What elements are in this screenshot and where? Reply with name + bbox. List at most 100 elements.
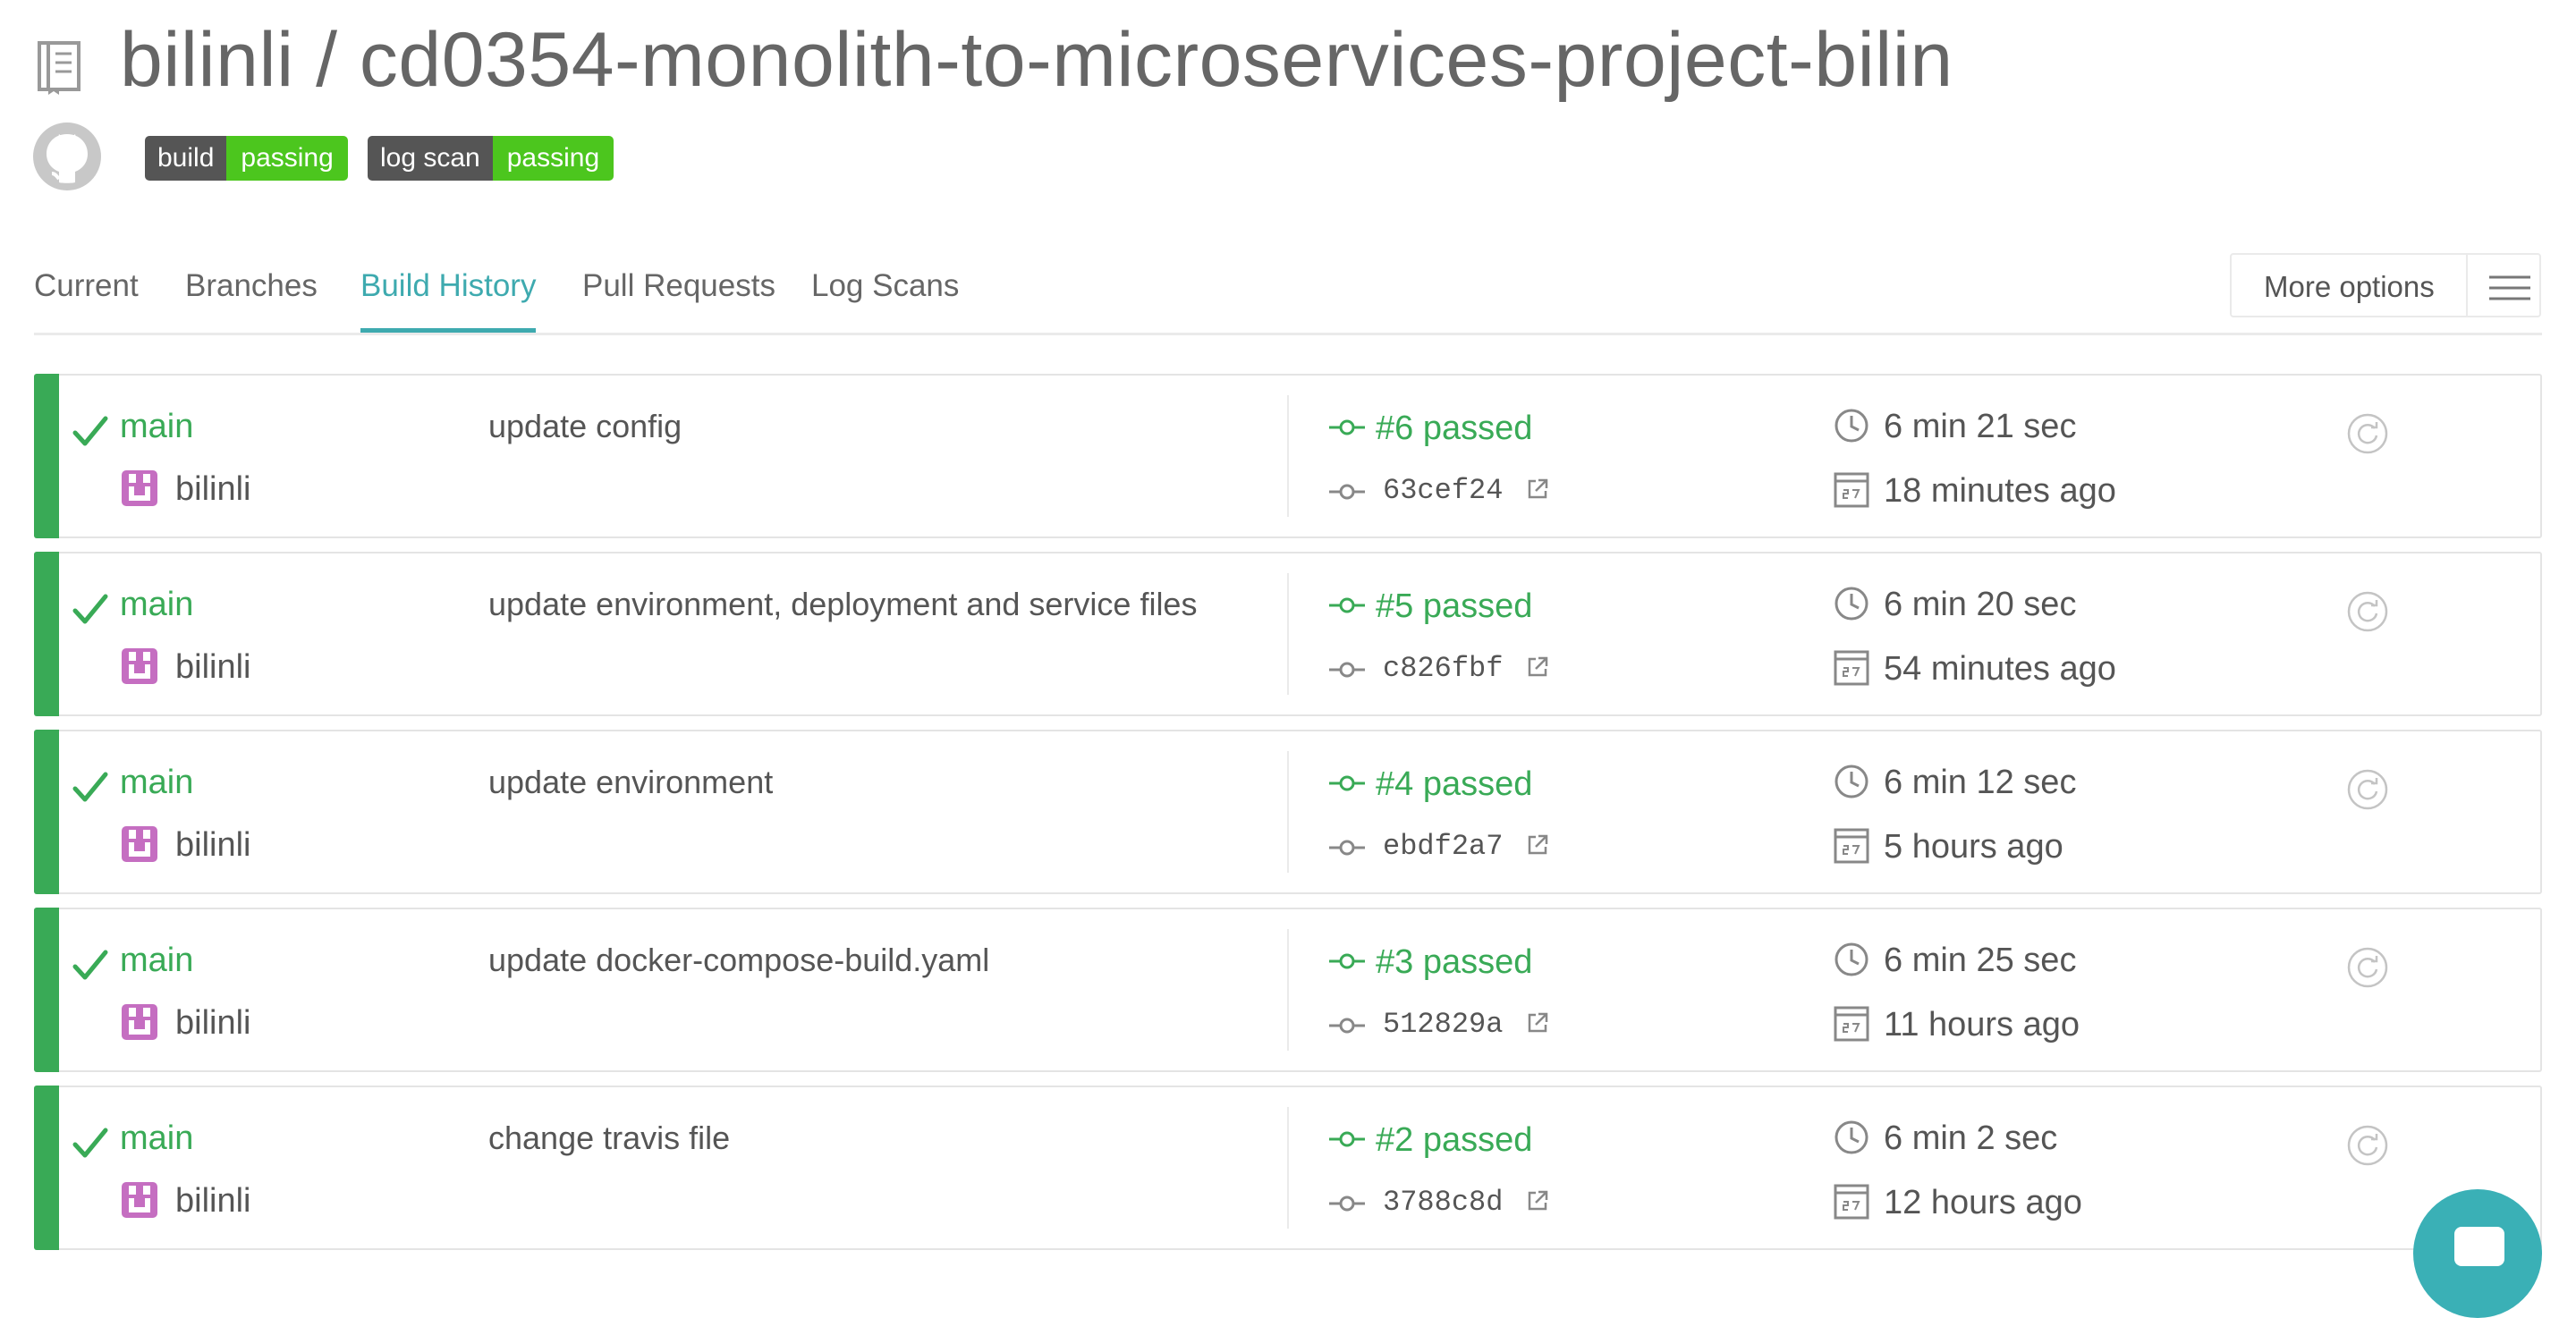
clock-icon [1835,587,1868,621]
commit-icon [1329,419,1365,435]
build-number-link[interactable]: #5 passed [1376,587,1532,626]
status-bar [34,730,59,894]
badge-status: passing [226,136,348,181]
commit-message[interactable]: update environment [488,764,773,801]
check-icon [72,950,108,980]
branch-link[interactable]: main [120,942,193,980]
commit-icon [1329,484,1365,500]
status-bar [34,374,59,538]
finished-time: 18 minutes ago [1884,472,2116,510]
commit-sha-link[interactable]: 512829a [1383,1008,1503,1041]
build-duration: 6 min 12 sec [1884,764,2077,801]
external-link-icon[interactable] [1526,1189,1549,1212]
build-duration: 6 min 2 sec [1884,1119,2058,1157]
calendar-icon [1834,828,1869,864]
restart-build-icon[interactable] [2347,769,2388,810]
hamburger-menu-icon [2489,275,2530,300]
build-number-link[interactable]: #2 passed [1376,1121,1532,1160]
calendar-icon [1834,1184,1869,1220]
status-bar [34,552,59,716]
branch-link[interactable]: main [120,408,193,446]
clock-icon [1835,1120,1868,1154]
chat-support-button[interactable] [2413,1189,2542,1318]
branch-link[interactable]: main [120,1119,193,1158]
finished-time: 54 minutes ago [1884,650,2116,688]
commit-message[interactable]: update environment, deployment and servi… [488,586,1197,623]
avatar [122,1182,157,1218]
commit-sha-link[interactable]: 3788c8d [1383,1186,1503,1219]
build-number-link[interactable]: #6 passed [1376,410,1532,448]
external-link-icon[interactable] [1526,1011,1549,1035]
restart-build-icon[interactable] [2347,413,2388,454]
check-icon [72,416,108,446]
commit-icon [1329,840,1365,856]
build-number-link[interactable]: #3 passed [1376,943,1532,982]
external-link-icon[interactable] [1526,655,1549,679]
tab-build-history[interactable]: Build History [360,268,537,333]
tab-log-scans[interactable]: Log Scans [811,268,959,304]
build-row[interactable]: main bilinli update environment, deploym… [34,552,2542,716]
calendar-icon [1834,472,1869,508]
build-row[interactable]: main bilinli update config #6 passed 63c… [34,374,2542,538]
author-name: bilinli [175,1182,251,1220]
avatar [122,470,157,506]
commit-sha-link[interactable]: 63cef24 [1383,474,1503,507]
commit-message[interactable]: update config [488,408,682,445]
commit-icon [1329,1131,1365,1147]
tab-current[interactable]: Current [34,268,139,304]
author-name: bilinli [175,470,251,508]
commit-icon [1329,597,1365,613]
calendar-icon [1834,650,1869,686]
build-row[interactable]: main bilinli update docker-compose-build… [34,908,2542,1072]
row-divider [1287,395,1289,517]
chat-icon [2454,1227,2504,1266]
build-row[interactable]: main bilinli change travis file #2 passe… [34,1086,2542,1250]
calendar-icon [1834,1006,1869,1042]
build-duration: 6 min 25 sec [1884,942,2077,979]
clock-icon [1835,765,1868,798]
build-status-badge[interactable]: build passing [145,136,348,181]
commit-icon [1329,953,1365,969]
log-scan-badge[interactable]: log scan passing [368,136,614,181]
clock-icon [1835,409,1868,443]
check-icon [72,1128,108,1158]
row-divider [1287,573,1289,695]
build-duration: 6 min 20 sec [1884,586,2077,623]
branch-link[interactable]: main [120,586,193,624]
clock-icon [1835,942,1868,976]
repo-tabs: Current Branches Build History Pull Requ… [34,268,2542,335]
avatar [122,648,157,684]
row-divider [1287,1107,1289,1229]
restart-build-icon[interactable] [2347,947,2388,988]
more-options-divider [2466,255,2468,316]
avatar [122,1004,157,1040]
external-link-icon[interactable] [1526,477,1549,501]
build-row[interactable]: main bilinli update environment #4 passe… [34,730,2542,894]
commit-sha-link[interactable]: c826fbf [1383,652,1503,685]
restart-build-icon[interactable] [2347,591,2388,632]
commit-icon [1329,662,1365,678]
status-bar [34,1086,59,1250]
repo-title: bilinli / cd0354-monolith-to-microservic… [120,17,1953,103]
tab-branches[interactable]: Branches [185,268,318,304]
restart-build-icon[interactable] [2347,1125,2388,1166]
status-bar [34,908,59,1072]
more-options-button[interactable]: More options [2230,253,2541,317]
finished-time: 11 hours ago [1884,1006,2080,1043]
author-name: bilinli [175,1004,251,1042]
branch-link[interactable]: main [120,764,193,802]
check-icon [72,772,108,802]
author-name: bilinli [175,648,251,686]
author-name: bilinli [175,826,251,864]
github-icon[interactable] [32,122,102,191]
build-number-link[interactable]: #4 passed [1376,765,1532,804]
commit-sha-link[interactable]: ebdf2a7 [1383,830,1503,863]
commit-message[interactable]: change travis file [488,1119,730,1157]
commit-icon [1329,1018,1365,1034]
commit-message[interactable]: update docker-compose-build.yaml [488,942,989,979]
tab-pull-requests[interactable]: Pull Requests [582,268,775,304]
finished-time: 12 hours ago [1884,1184,2082,1221]
repo-book-icon [38,41,80,95]
external-link-icon[interactable] [1526,833,1549,857]
badge-label: log scan [368,136,493,181]
